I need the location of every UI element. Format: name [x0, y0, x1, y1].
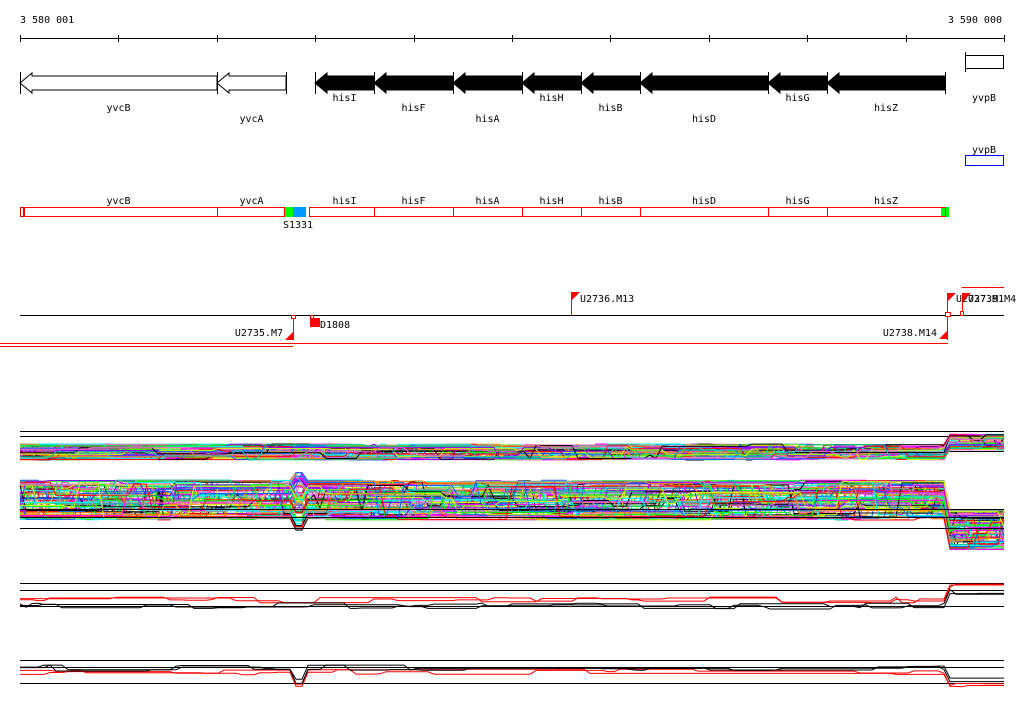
- gene-hisZ[interactable]: hisZ: [826, 71, 946, 114]
- gene-label: hisD: [692, 114, 716, 125]
- gene-arrow: [373, 71, 454, 95]
- flag-icon: [939, 331, 947, 339]
- segment-hisZ[interactable]: hisZ: [827, 196, 946, 217]
- tu-label: D1808: [320, 320, 350, 331]
- track-1: [19, 433, 1005, 462]
- segment-blue[interactable]: [293, 207, 306, 217]
- segment-gene-label: hisG: [785, 196, 809, 207]
- gene-yvpB[interactable]: yvpB: [965, 52, 1004, 104]
- flag-icon: [285, 332, 293, 340]
- expression-trace: [20, 583, 1004, 604]
- gene-hisD[interactable]: hisD: [639, 71, 769, 125]
- gene-label: yvcA: [239, 114, 263, 125]
- transcription-track: U2736.M13 U2737.M1 U2739.M4 U2735.M7 D18…: [0, 287, 1017, 347]
- gene-arrow: [314, 71, 375, 95]
- segment-gene-label: yvcA: [239, 196, 263, 207]
- segment-hisD[interactable]: hisD: [640, 196, 769, 217]
- flag-icon: [948, 293, 956, 301]
- axis-end-label: 3 590 000: [948, 15, 1002, 26]
- segment-gene-label: hisD: [692, 196, 716, 207]
- gene-hisI[interactable]: hisI: [314, 71, 375, 104]
- gene-hisA[interactable]: hisA: [452, 71, 523, 125]
- segment-gene-label: hisB: [598, 196, 622, 207]
- gene-arrow: [639, 71, 769, 95]
- segment-gene-label: hisF: [401, 196, 425, 207]
- gene-label: hisA: [475, 114, 499, 125]
- axis-start-label: 3 580 001: [20, 15, 74, 26]
- gene-yvcB[interactable]: yvcB: [19, 71, 218, 114]
- segment-hisI[interactable]: hisI: [309, 196, 375, 217]
- gene-arrow: [767, 71, 828, 95]
- gene-arrow: [521, 71, 582, 95]
- expression-tracks: [19, 431, 1005, 688]
- gene-label: hisI: [332, 93, 356, 104]
- segment-gene-label: hisH: [539, 196, 563, 207]
- tu-U2739-M4[interactable]: U2739.M4: [960, 287, 1017, 316]
- gene-label: hisF: [401, 103, 425, 114]
- gene-hisG[interactable]: hisG: [767, 71, 828, 104]
- gene-yvcA[interactable]: yvcA: [216, 71, 287, 125]
- tu-U2738-M14[interactable]: U2738.M14: [0, 328, 948, 344]
- segment-hisA[interactable]: hisA: [453, 196, 523, 217]
- gene-hisH[interactable]: hisH: [521, 71, 582, 104]
- gene-label: yvcB: [106, 103, 130, 114]
- expression-trace: [20, 584, 1004, 604]
- tu-label: U2738.M14: [883, 328, 937, 339]
- segment-hisF[interactable]: hisF: [374, 196, 454, 217]
- gene-label: yvpB: [972, 145, 996, 156]
- segment-track: S1331 yvcB yvcA hisI hisF hisA hisH hisB hisD hi…: [20, 196, 949, 231]
- gene-arrow: [826, 71, 946, 95]
- gene-label: hisB: [598, 103, 622, 114]
- tu-label: U2739.M4: [968, 294, 1016, 305]
- segment-hisB[interactable]: hisB: [581, 196, 641, 217]
- segment-green[interactable]: [284, 207, 293, 217]
- gene-label: yvpB: [972, 93, 996, 104]
- segment-hisG[interactable]: hisG: [768, 196, 828, 217]
- track-3: [19, 583, 1004, 610]
- tu-U2735-M7[interactable]: U2735.M7: [0, 315, 296, 347]
- gene-label: hisZ: [874, 103, 898, 114]
- tu-U2736-M13[interactable]: U2736.M13: [571, 292, 635, 315]
- gene-hisF[interactable]: hisF: [373, 71, 454, 114]
- other-strand-track: yvpB: [965, 145, 1004, 166]
- segment-gene-label: yvcB: [106, 196, 130, 207]
- gene-hisB[interactable]: hisB: [580, 71, 641, 114]
- segment-gene-label: hisI: [332, 196, 356, 207]
- gene-arrow: [452, 71, 523, 95]
- gene-arrow: [19, 71, 218, 95]
- segment-hisH[interactable]: hisH: [522, 196, 582, 217]
- track-2: [19, 471, 1005, 550]
- segment-gene-label: hisA: [475, 196, 499, 207]
- tu-D1808[interactable]: D1808: [310, 315, 350, 332]
- gene-label: hisH: [539, 93, 563, 104]
- segment-gene-label: hisZ: [874, 196, 898, 207]
- flag-icon: [572, 292, 580, 300]
- gene-arrow: [580, 71, 641, 95]
- tu-label: U2735.M7: [235, 328, 283, 339]
- gene-label: hisG: [785, 93, 809, 104]
- segment-label: S1331: [283, 220, 313, 231]
- ruler: 3 580 001 3 590 000: [20, 15, 1005, 42]
- gene-track: yvcB yvcA hisI hisF hisA hisH hisB hisD hisG hisZ…: [19, 52, 1004, 125]
- tu-label: U2736.M13: [580, 294, 634, 305]
- genome-browser-view: 3 580 001 3 590 000 yvcB yvcA hisI hisF hisA…: [0, 15, 1017, 688]
- gene-box[interactable]: [965, 155, 1004, 166]
- gene-arrow: [216, 71, 287, 95]
- segment-yvcA[interactable]: yvcA: [217, 196, 285, 217]
- segment-yvcB[interactable]: yvcB: [20, 196, 218, 217]
